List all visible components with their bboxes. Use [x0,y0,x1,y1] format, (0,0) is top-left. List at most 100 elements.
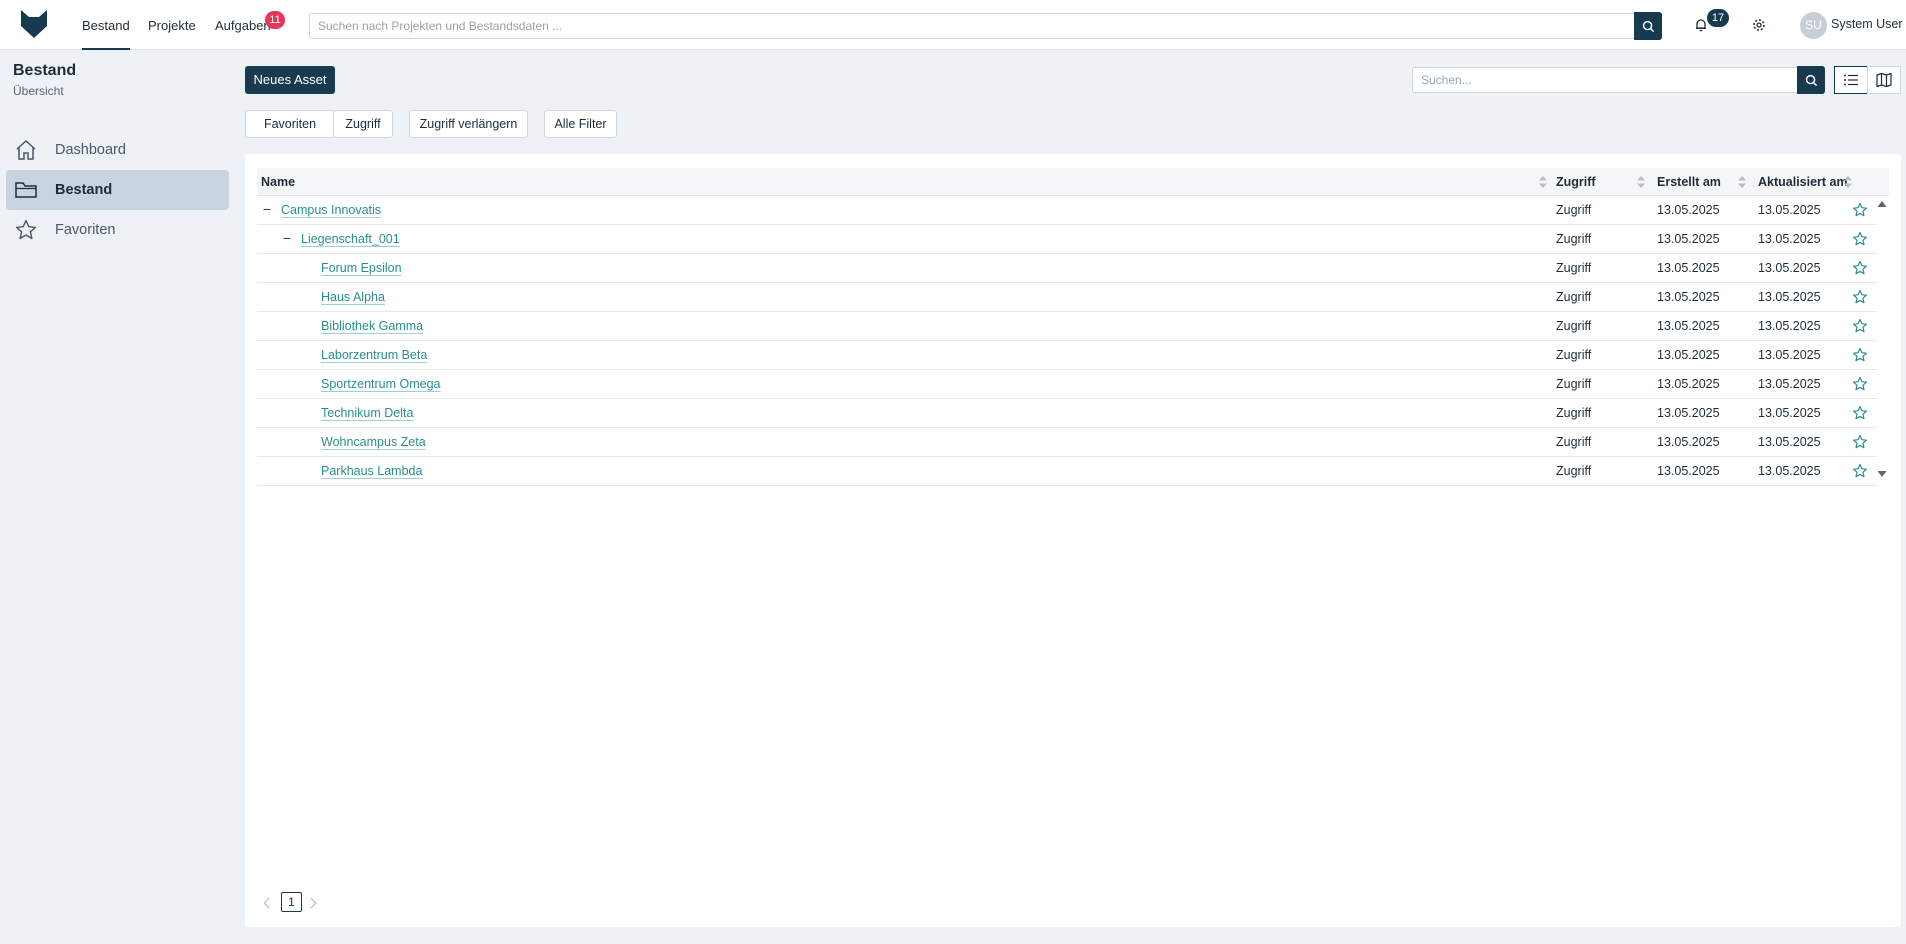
updated-cell: 13.05.2025 [1758,435,1821,449]
filter-zugriff-verlaengern-button[interactable]: Zugriff verlängern [409,110,528,138]
nav-item-projekte[interactable]: Projekte [148,0,196,50]
sidebar-title: Bestand [13,62,77,79]
filter-alle-filter-button[interactable]: Alle Filter [544,110,617,138]
table-row[interactable]: Laborzentrum Beta Zugriff 13.05.2025 13.… [257,341,1877,370]
created-cell: 13.05.2025 [1657,203,1720,217]
table-row[interactable]: Wohncampus Zeta Zugriff 13.05.2025 13.05… [257,428,1877,457]
created-cell: 13.05.2025 [1657,319,1720,333]
table-row[interactable]: Forum Epsilon Zugriff 13.05.2025 13.05.2… [257,254,1877,283]
notifications-count-badge: 17 [1707,9,1729,27]
access-cell: Zugriff [1556,348,1592,362]
access-cell: Zugriff [1556,232,1592,246]
sidebar-item-dashboard[interactable]: Dashboard [6,130,229,170]
list-view-button[interactable] [1834,66,1868,94]
search-icon [1642,20,1654,32]
updated-cell: 13.05.2025 [1758,377,1821,391]
filter-zugriff-button[interactable]: Zugriff [333,110,393,138]
page-number-button[interactable]: 1 [281,892,302,912]
created-cell: 13.05.2025 [1657,435,1720,449]
collapse-toggle[interactable]: − [281,225,293,253]
sidebar-item-bestand[interactable]: Bestand [6,170,229,210]
table-row[interactable]: − Campus Innovatis Zugriff 13.05.2025 13… [257,196,1877,225]
asset-name-link[interactable]: Technikum Delta [321,399,413,427]
favorite-star-icon[interactable] [1852,202,1868,218]
table-row[interactable]: Haus Alpha Zugriff 13.05.2025 13.05.2025 [257,283,1877,312]
updated-cell: 13.05.2025 [1758,348,1821,362]
column-header-name[interactable]: Name [261,168,295,196]
favorite-star-icon[interactable] [1852,347,1868,363]
fox-logo-icon[interactable] [18,8,50,40]
scroll-down-icon[interactable] [1876,469,1888,479]
map-view-button[interactable] [1867,66,1901,94]
column-header-zugriff[interactable]: Zugriff [1556,168,1596,196]
chevron-right-icon[interactable] [307,896,319,910]
filter-favoriten-button[interactable]: Favoriten [245,110,335,138]
table-row[interactable]: Sportzentrum Omega Zugriff 13.05.2025 13… [257,370,1877,399]
favorite-star-icon[interactable] [1852,434,1868,450]
table-row[interactable]: − Liegenschaft_001 Zugriff 13.05.2025 13… [257,225,1877,254]
updated-cell: 13.05.2025 [1758,406,1821,420]
scroll-up-icon[interactable] [1876,199,1888,209]
global-search-button[interactable] [1634,12,1662,40]
asset-name-link[interactable]: Liegenschaft_001 [301,225,400,253]
settings-button[interactable] [1747,13,1771,37]
sort-icon[interactable] [1843,174,1853,190]
favorite-star-icon[interactable] [1852,463,1868,479]
asset-table-card: Name Zugriff Erstellt am Aktualisiert am… [245,154,1901,927]
favorite-star-icon[interactable] [1852,405,1868,421]
asset-search-input[interactable] [1412,67,1798,93]
table-row[interactable]: Parkhaus Lambda Zugriff 13.05.2025 13.05… [257,457,1877,486]
favorite-star-icon[interactable] [1852,260,1868,276]
updated-cell: 13.05.2025 [1758,203,1821,217]
favorite-star-icon[interactable] [1852,289,1868,305]
table-row[interactable]: Technikum Delta Zugriff 13.05.2025 13.05… [257,399,1877,428]
asset-name-link[interactable]: Parkhaus Lambda [321,457,422,485]
access-cell: Zugriff [1556,435,1592,449]
favorite-star-icon[interactable] [1852,231,1868,247]
favorite-star-icon[interactable] [1852,318,1868,334]
chevron-left-icon[interactable] [261,896,273,910]
asset-name-link[interactable]: Sportzentrum Omega [321,370,441,398]
home-icon [13,137,39,163]
updated-cell: 13.05.2025 [1758,232,1821,246]
sidebar-item-favoriten[interactable]: Favoriten [6,210,229,250]
asset-name-link[interactable]: Haus Alpha [321,283,385,311]
map-icon [1876,72,1892,88]
access-cell: Zugriff [1556,261,1592,275]
table-row[interactable]: Bibliothek Gamma Zugriff 13.05.2025 13.0… [257,312,1877,341]
sort-icon[interactable] [1737,174,1747,190]
avatar[interactable]: SU [1800,12,1827,39]
search-icon [1805,74,1817,86]
created-cell: 13.05.2025 [1657,377,1720,391]
new-asset-button[interactable]: Neues Asset [245,66,335,94]
column-header-erstellt-am[interactable]: Erstellt am [1657,168,1721,196]
global-search-input[interactable] [309,13,1662,39]
asset-search-button[interactable] [1797,66,1825,94]
sidebar-item-label: Favoriten [55,222,116,238]
created-cell: 13.05.2025 [1657,232,1720,246]
asset-name-link[interactable]: Laborzentrum Beta [321,341,427,369]
created-cell: 13.05.2025 [1657,348,1720,362]
access-cell: Zugriff [1556,319,1592,333]
favorite-star-icon[interactable] [1852,376,1868,392]
column-header-aktualisiert-am[interactable]: Aktualisiert am [1758,168,1848,196]
asset-name-link[interactable]: Campus Innovatis [281,196,381,224]
sidebar-subtitle: Übersicht [13,84,64,98]
sort-icon[interactable] [1538,174,1548,190]
asset-name-link[interactable]: Wohncampus Zeta [321,428,426,456]
folder-icon [13,177,39,203]
access-cell: Zugriff [1556,464,1592,478]
user-name[interactable]: System User [1831,17,1903,31]
access-cell: Zugriff [1556,290,1592,304]
access-cell: Zugriff [1556,377,1592,391]
nav-item-bestand[interactable]: Bestand [82,0,130,50]
sort-icon[interactable] [1636,174,1646,190]
gear-icon [1753,19,1765,31]
nav-item-aufgaben[interactable]: Aufgaben [215,0,271,50]
collapse-toggle[interactable]: − [261,196,273,224]
sidebar-item-label: Dashboard [55,142,126,158]
created-cell: 13.05.2025 [1657,290,1720,304]
asset-name-link[interactable]: Forum Epsilon [321,254,402,282]
asset-name-link[interactable]: Bibliothek Gamma [321,312,423,340]
created-cell: 13.05.2025 [1657,464,1720,478]
